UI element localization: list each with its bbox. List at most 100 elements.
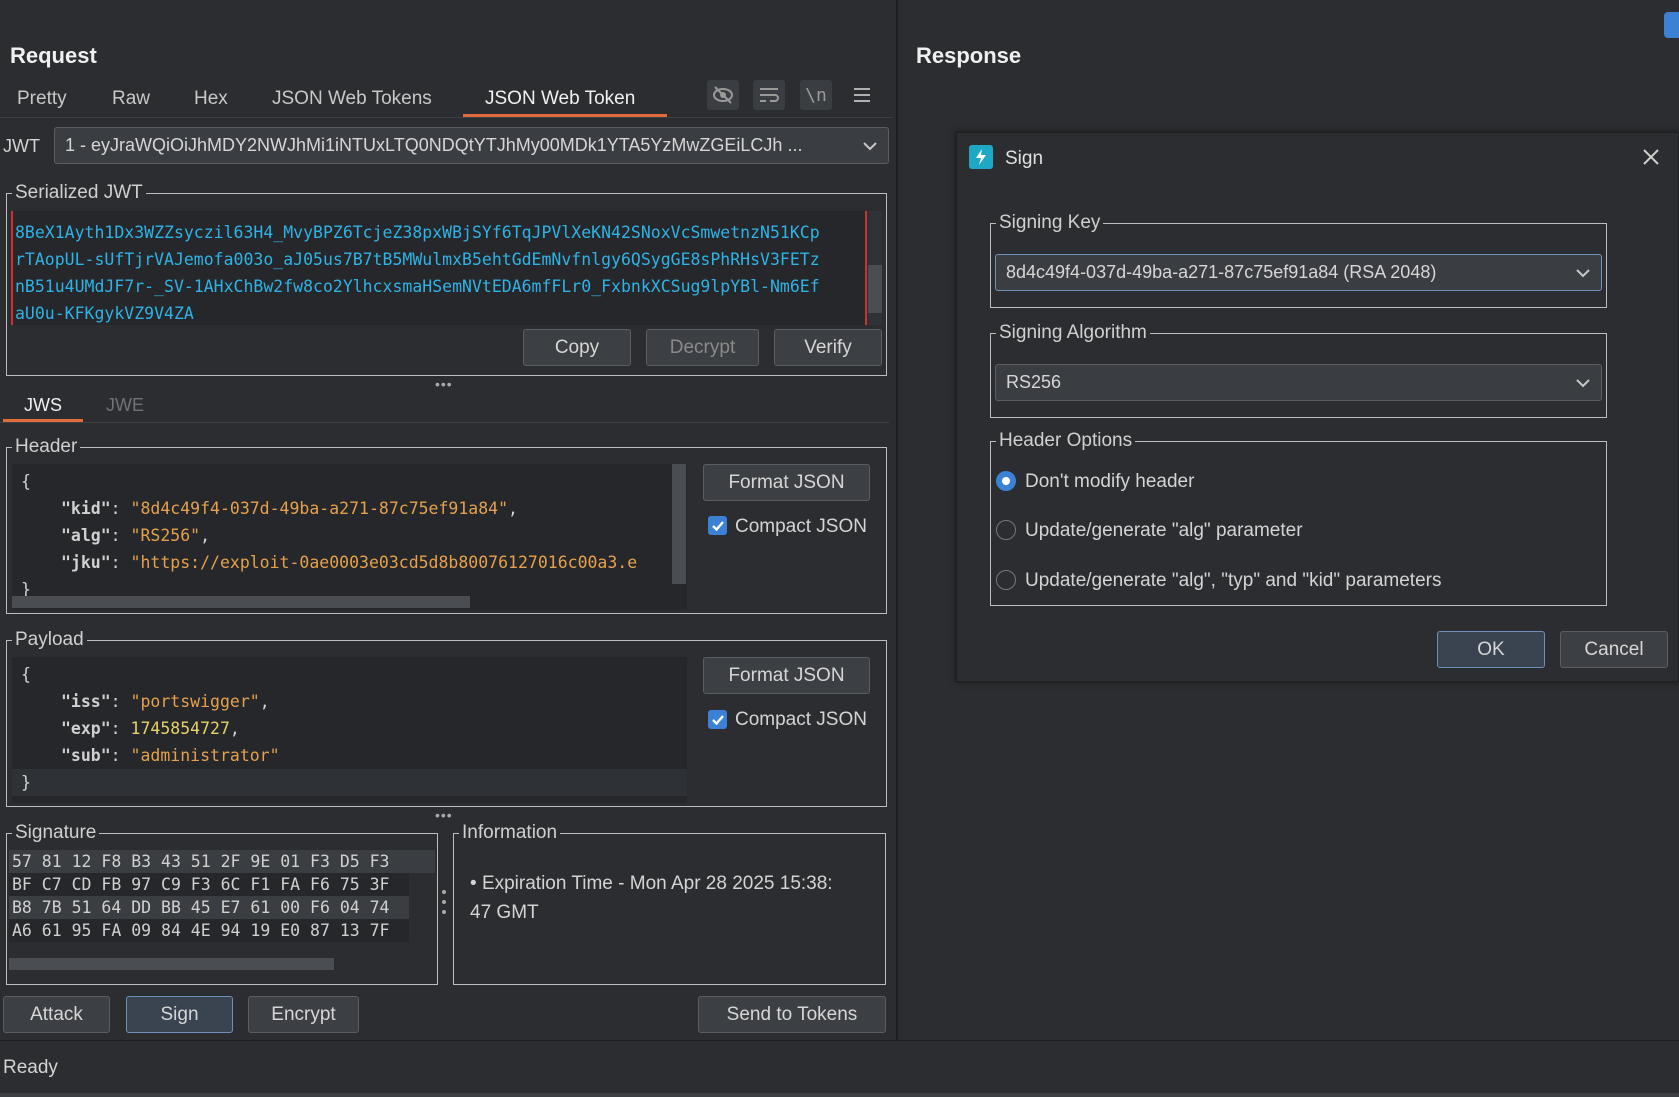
attack-button[interactable]: Attack [3,996,110,1033]
signature-hex-view[interactable]: 57 81 12 F8 B3 43 51 2F 9E 01 F3 D5 F3 B… [9,850,435,954]
verify-button[interactable]: Verify [774,329,882,366]
splitter-dots-icon[interactable]: ••• [435,807,453,823]
bullet: • [470,873,477,894]
splitter-dots-icon[interactable]: ••• [435,376,453,392]
expiration-text-cont: 47 GMT [470,902,539,923]
hex-row: 57 81 12 F8 B3 43 51 2F 9E 01 F3 D5 F3 [9,850,435,873]
radio-dont-modify-header[interactable] [996,471,1016,491]
chevron-down-icon [863,141,877,150]
header-legend: Header [12,436,81,458]
expiration-text: Expiration Time - Mon Apr 28 2025 15:38: [481,873,833,894]
close-icon[interactable] [1639,145,1663,169]
header-format-json-button[interactable]: Format JSON [703,464,870,501]
eye-slash-icon[interactable] [707,80,739,110]
serialized-scrollbar[interactable] [868,211,882,325]
status-text: Ready [3,1057,58,1078]
menu-icon[interactable] [851,84,873,106]
header-line-kid: "kid": "8d4c49f4-037d-49ba-a271-87c75ef9… [61,499,518,518]
header-compact-json-checkbox[interactable] [708,516,727,535]
status-bar: Ready [0,1040,1679,1097]
tab-pretty[interactable]: Pretty [17,88,67,110]
payload-line-iss: "iss": "portswigger", [61,692,270,711]
chevron-down-icon [1576,378,1590,387]
payload-compact-json-checkbox[interactable] [708,710,727,729]
signing-algorithm-select[interactable]: RS256 [995,364,1602,401]
payload-legend: Payload [12,629,87,651]
status-bar-bottom-line [0,1093,1679,1097]
information-legend: Information [459,822,561,844]
signing-key-select[interactable]: 8d4c49f4-037d-49ba-a271-87c75ef91a84 (RS… [995,254,1602,291]
newline-icon-label: \n [805,84,827,106]
header-open-brace: { [21,472,31,491]
header-h-scrollbar[interactable] [12,596,470,608]
wrap-lines-icon[interactable] [753,80,785,110]
tabs-bottom-border [0,117,893,118]
tab-jws[interactable]: JWS [24,395,62,416]
dialog-title: Sign [1005,148,1044,169]
send-to-tokens-button[interactable]: Send to Tokens [698,996,886,1033]
jwt-select[interactable]: 1 - eyJraWQiOiJhMDY2NWJhMi1iNTUxLTQ0NDQt… [54,127,889,164]
payload-line-exp: "exp": 1745854727, [61,719,240,738]
radio-update-alg-label: Update/generate "alg" parameter [1025,520,1303,541]
jwt-label: JWT [3,136,40,156]
header-line-alg: "alg": "RS256", [61,526,211,545]
tab-jwe[interactable]: JWE [106,395,144,416]
corner-badge-icon [1664,12,1679,38]
jwt-line: nB51u4UMdJF7r-_SV-1AHxChBw2fw8co2Ylhcxsm… [15,277,820,296]
sign-button[interactable]: Sign [126,996,233,1033]
serialized-jwt-legend: Serialized JWT [12,182,146,204]
newline-icon[interactable]: \n [800,80,832,110]
response-title: Response [916,43,1022,68]
cancel-button[interactable]: Cancel [1560,631,1668,668]
payload-close-brace: } [12,769,687,796]
sign-dialog: Sign Signing Key 8d4c49f4-037d-49ba-a271… [956,132,1679,682]
ok-button[interactable]: OK [1437,631,1545,668]
header-json-editor[interactable]: { "kid": "8d4c49f4-037d-49ba-a271-87c75e… [12,464,687,610]
dialog-titlebar[interactable]: Sign [957,133,1679,183]
request-title: Request [10,43,97,68]
app-window: Request Pretty Raw Hex JSON Web Tokens J… [0,0,1679,1097]
radio-update-alg-typ-kid-label: Update/generate "alg", "typ" and "kid" p… [1025,570,1442,591]
pane-divider[interactable] [896,0,898,1040]
signing-algorithm-value: RS256 [1006,372,1062,392]
signature-legend: Signature [12,822,100,844]
signing-algorithm-legend: Signing Algorithm [996,322,1150,344]
radio-dont-modify-header-label: Don't modify header [1025,471,1195,492]
header-v-scrollbar[interactable] [672,464,686,584]
signing-key-value: 8d4c49f4-037d-49ba-a271-87c75ef91a84 (RS… [1006,262,1437,282]
header-compact-json-label: Compact JSON [735,516,867,537]
radio-update-alg-typ-kid[interactable] [996,570,1016,590]
chevron-down-icon [1576,268,1590,277]
subtabs-bottom-border [0,422,889,423]
information-text: • Expiration Time - Mon Apr 28 2025 15:3… [470,869,880,927]
encrypt-button[interactable]: Encrypt [248,996,359,1033]
tab-json-web-tokens[interactable]: JSON Web Tokens [272,88,432,110]
jwt-line: 8BeX1Ayth1Dx3WZZsyczil63H4_MvyBPZ6TcjeZ3… [15,223,820,242]
app-logo-icon [969,145,993,169]
payload-json-editor[interactable]: { "iss": "portswigger", "exp": 174585472… [12,657,687,803]
splitter-dots-vertical-icon[interactable] [441,890,447,914]
header-line-jku: "jku": "https://exploit-0ae0003e03cd5d8b… [61,553,638,572]
tab-json-web-token[interactable]: JSON Web Token [485,88,635,110]
payload-line-sub: "sub": "administrator" [61,746,280,765]
signature-h-scrollbar[interactable] [9,958,334,970]
payload-open-brace: { [21,665,31,684]
checkmark-icon [711,520,724,531]
decrypt-button[interactable]: Decrypt [646,329,759,366]
tab-hex[interactable]: Hex [194,88,228,110]
checkmark-icon [711,714,724,725]
payload-format-json-button[interactable]: Format JSON [703,657,870,694]
jwt-line: rTAopUL-sUfTjrVAJemofa003o_aJ05us7B7tB5M… [15,250,820,269]
serialized-jwt-text[interactable]: 8BeX1Ayth1Dx3WZZsyczil63H4_MvyBPZ6TcjeZ3… [11,211,867,325]
header-options-legend: Header Options [996,430,1136,452]
hex-row: A6 61 95 FA 09 84 4E 94 19 E0 87 13 7F [9,919,409,942]
tab-raw[interactable]: Raw [112,88,150,110]
radio-update-alg[interactable] [996,520,1016,540]
hex-row: B8 7B 51 64 DD BB 45 E7 61 00 F6 04 74 [9,896,409,919]
hex-row: BF C7 CD FB 97 C9 F3 6C F1 FA F6 75 3F [9,873,409,896]
jwt-line: aU0u-KFKgykVZ9V4ZA [15,304,194,323]
signing-key-legend: Signing Key [996,212,1104,234]
jwt-select-value: 1 - eyJraWQiOiJhMDY2NWJhMi1iNTUxLTQ0NDQt… [65,135,803,155]
payload-compact-json-label: Compact JSON [735,709,867,730]
copy-button[interactable]: Copy [523,329,631,366]
